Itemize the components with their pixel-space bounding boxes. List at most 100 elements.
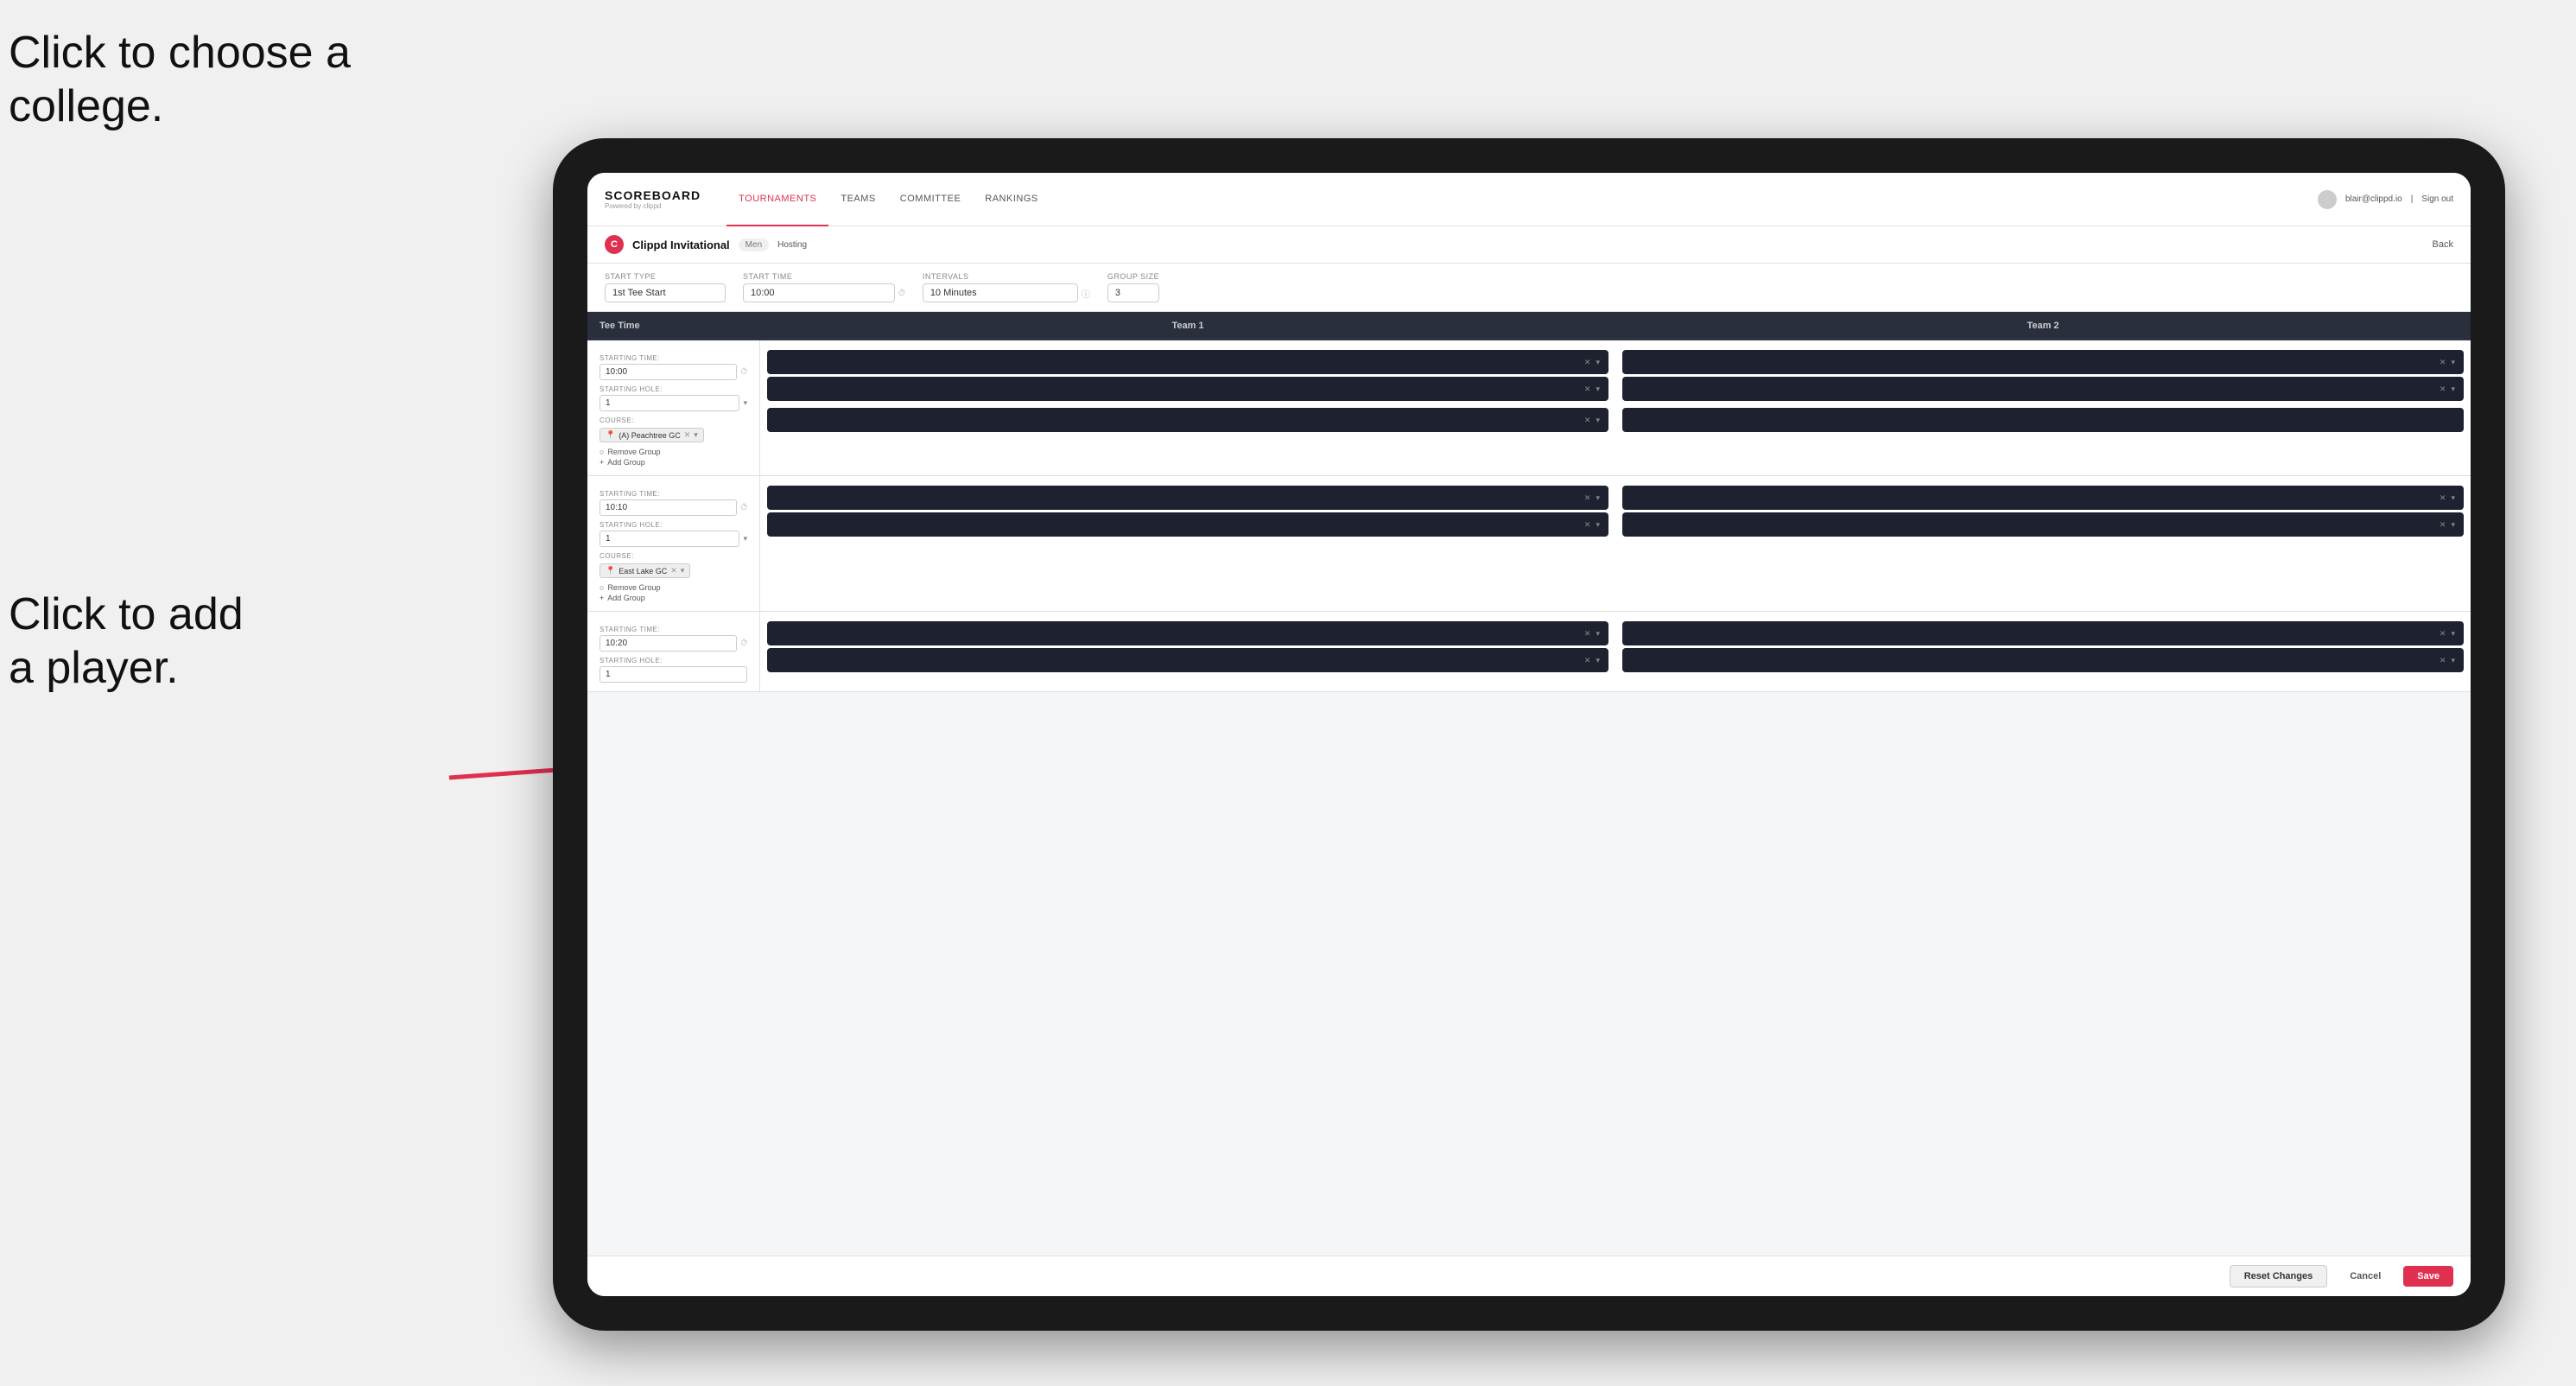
slot-chevron-6-2[interactable]: ▾ — [2451, 656, 2455, 665]
player-slot-5-2[interactable]: ✕ ▾ — [767, 648, 1608, 672]
add-group-1[interactable]: + Add Group — [600, 458, 747, 467]
course-tag-text-1: (A) Peachtree GC — [619, 431, 681, 440]
player-slot-controls-5-1: ✕ ▾ — [1584, 629, 1600, 639]
add-icon-2: + — [600, 594, 604, 602]
player-slot-5-1[interactable]: ✕ ▾ — [767, 621, 1608, 645]
starting-time-label-1: STARTING TIME: — [600, 354, 747, 362]
starting-hole-select-2[interactable]: 1 — [600, 531, 739, 547]
slot-chevron-5-1[interactable]: ▾ — [1596, 629, 1600, 639]
chevron-icon-1: ▾ — [743, 398, 747, 408]
player-slot-2-2[interactable]: ✕ ▾ — [1622, 377, 2464, 401]
group-2-team1: ✕ ▾ ✕ ▾ — [760, 476, 1615, 611]
slot-x-icon-5-2[interactable]: ✕ — [1584, 656, 1591, 665]
slot-x-icon-5-1[interactable]: ✕ — [1584, 629, 1591, 639]
start-type-field: Start Type 1st Tee Start — [605, 272, 726, 302]
slot-chevron-5-2[interactable]: ▾ — [1596, 656, 1600, 665]
player-slot-controls-3-2: ✕ ▾ — [1584, 520, 1600, 530]
course-tag-1[interactable]: 📍 (A) Peachtree GC ✕ ▾ — [600, 428, 704, 442]
player-slot-3-1[interactable]: ✕ ▾ — [767, 486, 1608, 510]
player-slot-2-1[interactable]: ✕ ▾ — [1622, 350, 2464, 374]
add-group-2[interactable]: + Add Group — [600, 594, 747, 602]
slot-x-icon-1-2[interactable]: ✕ — [1584, 385, 1591, 394]
tablet-screen: SCOREBOARD Powered by clippd TOURNAMENTS… — [587, 173, 2471, 1296]
player-slot-controls-4-1: ✕ ▾ — [2440, 493, 2455, 503]
slot-x-icon-3-1[interactable]: ✕ — [1584, 493, 1591, 503]
main-content: Tee Time Team 1 Team 2 STARTING TIME: ⏱ … — [587, 312, 2471, 1256]
starting-time-input-3[interactable] — [600, 635, 737, 652]
group-2: STARTING TIME: ⏱ STARTING HOLE: 1 ▾ COUR… — [587, 476, 2471, 612]
slot-chevron-1-2[interactable]: ▾ — [1596, 385, 1600, 394]
tee-time-header: Tee Time — [587, 312, 760, 340]
cancel-button[interactable]: Cancel — [2336, 1266, 2395, 1287]
remove-group-2[interactable]: ○ Remove Group — [600, 583, 747, 592]
player-slot-1-2[interactable]: ✕ ▾ — [767, 377, 1608, 401]
course-remove-icon-2[interactable]: ✕ — [670, 566, 677, 575]
slot-x-icon-4-1[interactable]: ✕ — [2440, 493, 2446, 503]
starting-time-label-2: STARTING TIME: — [600, 490, 747, 498]
player-slot-2-3[interactable] — [1622, 408, 2464, 432]
bottom-bar: Reset Changes Cancel Save — [587, 1256, 2471, 1296]
nav-teams[interactable]: TEAMS — [828, 173, 887, 226]
starting-hole-label-3: STARTING HOLE: — [600, 657, 747, 664]
slot-chevron-1-1[interactable]: ▾ — [1596, 358, 1600, 367]
slot-chevron-4-2[interactable]: ▾ — [2451, 520, 2455, 530]
course-tag-icon-2: 📍 — [606, 566, 615, 575]
reset-changes-button[interactable]: Reset Changes — [2230, 1265, 2327, 1287]
player-slot-3-2[interactable]: ✕ ▾ — [767, 512, 1608, 537]
slot-x-icon-1-3[interactable]: ✕ — [1584, 416, 1591, 425]
slot-chevron-3-2[interactable]: ▾ — [1596, 520, 1600, 530]
start-type-label: Start Type — [605, 272, 726, 281]
player-slot-4-2[interactable]: ✕ ▾ — [1622, 512, 2464, 537]
player-slot-controls-6-1: ✕ ▾ — [2440, 629, 2455, 639]
nav-rankings[interactable]: RANKINGS — [973, 173, 1050, 226]
slot-x-icon-2-2[interactable]: ✕ — [2440, 385, 2446, 394]
course-tag-2[interactable]: 📍 East Lake GC ✕ ▾ — [600, 563, 690, 578]
player-slot-1-3[interactable]: ✕ ▾ — [767, 408, 1608, 432]
slot-x-icon-6-1[interactable]: ✕ — [2440, 629, 2446, 639]
start-time-field: Start Time ⏱ — [743, 272, 905, 302]
slot-chevron-6-1[interactable]: ▾ — [2451, 629, 2455, 639]
nav-committee[interactable]: COMMITTEE — [888, 173, 974, 226]
nav-tournaments[interactable]: TOURNAMENTS — [726, 173, 828, 226]
sign-out-link[interactable]: Sign out — [2421, 194, 2453, 204]
slot-x-icon-2-1[interactable]: ✕ — [2440, 358, 2446, 367]
back-button[interactable]: Back — [2433, 239, 2453, 250]
slot-x-icon-6-2[interactable]: ✕ — [2440, 656, 2446, 665]
player-slot-1-1[interactable]: ✕ ▾ — [767, 350, 1608, 374]
player-slot-controls-1-1: ✕ ▾ — [1584, 358, 1600, 367]
slot-chevron-4-1[interactable]: ▾ — [2451, 493, 2455, 503]
slot-chevron-2-2[interactable]: ▾ — [2451, 385, 2455, 394]
player-slot-4-1[interactable]: ✕ ▾ — [1622, 486, 2464, 510]
save-button[interactable]: Save — [2403, 1266, 2453, 1287]
slot-chevron-3-1[interactable]: ▾ — [1596, 493, 1600, 503]
starting-time-input-1[interactable] — [600, 364, 737, 380]
remove-group-1[interactable]: ○ Remove Group — [600, 448, 747, 456]
time-icon-1: ⏱ — [740, 367, 747, 377]
action-links-2: ○ Remove Group + Add Group — [600, 583, 747, 602]
start-type-select[interactable]: 1st Tee Start — [605, 283, 726, 302]
starting-time-input-2[interactable] — [600, 499, 737, 516]
group-3-team1: ✕ ▾ ✕ ▾ — [760, 612, 1615, 691]
info-icon: ⓘ — [1082, 287, 1090, 300]
intervals-select[interactable]: 10 Minutes — [923, 283, 1078, 302]
start-time-input[interactable] — [743, 283, 895, 302]
player-slot-6-1[interactable]: ✕ ▾ — [1622, 621, 2464, 645]
slot-chevron-1-3[interactable]: ▾ — [1596, 416, 1600, 425]
slot-x-icon-4-2[interactable]: ✕ — [2440, 520, 2446, 530]
brand: SCOREBOARD Powered by clippd — [605, 188, 701, 210]
starting-hole-select-3[interactable]: 1 — [600, 666, 747, 683]
slot-x-icon-3-2[interactable]: ✕ — [1584, 520, 1591, 530]
player-slot-6-2[interactable]: ✕ ▾ — [1622, 648, 2464, 672]
tournament-title: Clippd Invitational — [632, 238, 730, 251]
separator: | — [2411, 194, 2414, 204]
slot-x-icon-1-1[interactable]: ✕ — [1584, 358, 1591, 367]
group-size-select[interactable]: 3 — [1107, 283, 1159, 302]
starting-hole-select-1[interactable]: 1 — [600, 395, 739, 411]
time-icon: ⏱ — [898, 289, 905, 298]
team2-header: Team 2 — [1615, 312, 2471, 340]
player-slot-controls-5-2: ✕ ▾ — [1584, 656, 1600, 665]
brand-logo: C — [605, 235, 624, 254]
starting-time-label-3: STARTING TIME: — [600, 626, 747, 633]
slot-chevron-2-1[interactable]: ▾ — [2451, 358, 2455, 367]
course-remove-icon-1[interactable]: ✕ — [684, 430, 691, 440]
